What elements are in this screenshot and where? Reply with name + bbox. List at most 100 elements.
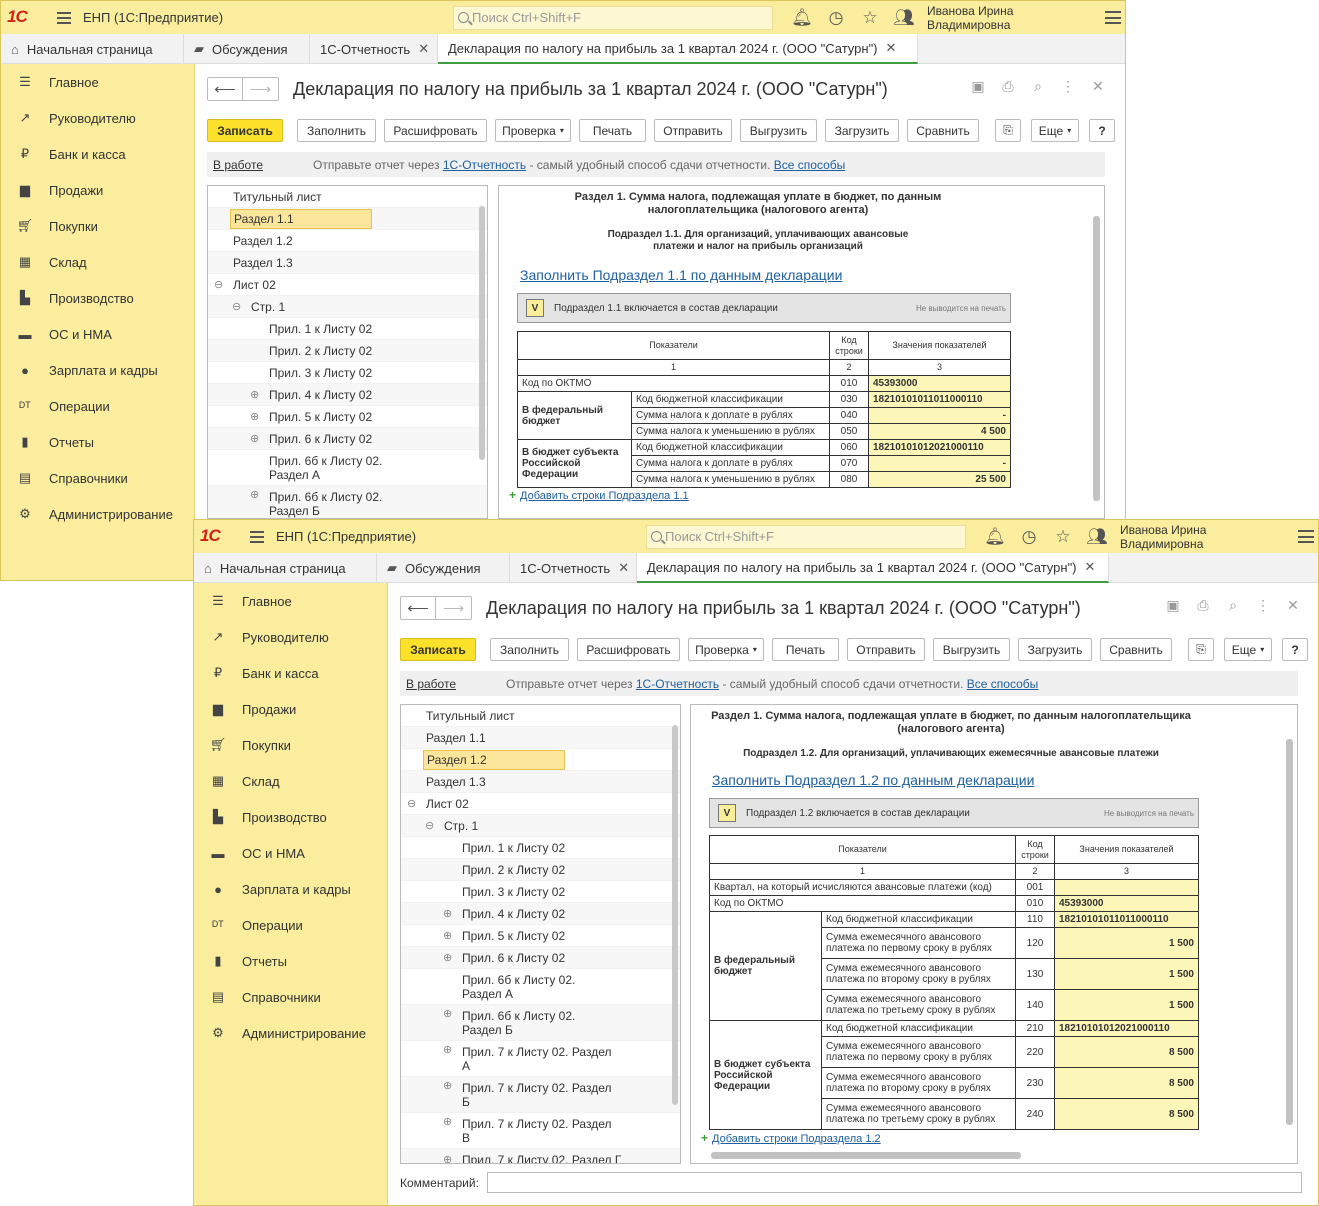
expand-icon[interactable]: ⊕ — [443, 951, 452, 964]
reporting-link[interactable]: 1С-Отчетность — [443, 158, 526, 172]
comment-input[interactable] — [486, 1172, 1302, 1193]
tab-home[interactable]: ⌂ Начальная страница — [1, 34, 184, 64]
tree-item[interactable]: Прил. 3 к Листу 02 — [208, 362, 487, 384]
send-button[interactable]: Отправить — [847, 638, 925, 661]
tree-item[interactable]: Раздел 1.3 — [208, 252, 487, 274]
expand-icon[interactable]: ⊕ — [443, 1115, 452, 1128]
import-button[interactable]: Загрузить — [825, 119, 899, 142]
tree-item[interactable]: Раздел 1.2 — [208, 230, 487, 252]
bell-icon[interactable]: 🔔︎ — [785, 8, 819, 28]
more-button[interactable]: Еще ▾ — [1031, 119, 1079, 142]
settings-menu-icon[interactable] — [1105, 11, 1121, 24]
horizontal-scrollbar[interactable] — [711, 1152, 1021, 1159]
expand-icon[interactable]: ⊕ — [250, 488, 259, 501]
collapse-icon[interactable]: ⊖ — [407, 797, 416, 810]
search-input[interactable]: Поиск Ctrl+Shift+F — [646, 524, 966, 549]
star-icon[interactable]: ☆ — [853, 8, 887, 28]
tree-item[interactable]: Прил. 1 к Листу 02 — [401, 837, 680, 859]
print-button[interactable]: Печать — [772, 638, 839, 661]
tree-item[interactable]: ⊕ Прил. 4 к Листу 02 — [401, 903, 680, 925]
expand-icon[interactable]: ⊕ — [443, 907, 452, 920]
users-icon[interactable]: 👥︎ — [1080, 527, 1114, 547]
close-icon[interactable]: ✕ — [418, 41, 429, 57]
star-icon[interactable]: ☆ — [1046, 527, 1080, 547]
include-checkbox[interactable]: V — [718, 804, 736, 822]
forward-button[interactable]: ⟶ — [436, 596, 472, 620]
tree-item[interactable]: ⊕ Прил. 6 к Листу 02 — [401, 947, 680, 969]
tree-item[interactable]: ⊕ Прил. 5 к Листу 02 — [208, 406, 487, 428]
tree-item[interactable]: Титульный лист — [208, 186, 487, 208]
tree-item[interactable]: Титульный лист — [401, 705, 680, 727]
more-button[interactable]: Еще ▾ — [1224, 638, 1272, 661]
tree-item[interactable]: ⊕ Прил. 6 к Листу 02 — [208, 428, 487, 450]
sections-tree[interactable]: Титульный лист Раздел 1.1 Раздел 1.2 Раздел… — [207, 185, 488, 519]
print-icon[interactable]: ⎙ — [993, 78, 1023, 95]
tree-item[interactable]: ⊕ Прил. 7 к Листу 02. Раздел Б — [401, 1077, 680, 1113]
tree-item[interactable]: Раздел 1.2 — [401, 749, 680, 771]
tab-discussions[interactable]: ▰ Обсуждения — [184, 34, 310, 64]
expand-icon[interactable]: ⊕ — [443, 1079, 452, 1092]
decode-button[interactable]: Расшифровать — [577, 638, 680, 661]
print-button[interactable]: Печать — [579, 119, 646, 142]
expand-icon[interactable]: ⊕ — [443, 929, 452, 942]
sections-tree[interactable]: Титульный лист Раздел 1.1 Раздел 1.2 Раздел… — [400, 704, 681, 1164]
sidebar-item[interactable]: ▆ Продажи — [1, 172, 194, 208]
sidebar-item[interactable]: ᴰᵀ Операции — [1, 388, 194, 424]
scrollbar[interactable] — [1093, 216, 1100, 501]
sidebar-item[interactable]: ▤ Справочники — [1, 460, 194, 496]
preview-icon[interactable]: ⌕ — [1023, 78, 1053, 95]
tree-item[interactable]: ⊖ Лист 02 — [401, 793, 680, 815]
tab-discussions[interactable]: ▰ Обсуждения — [377, 553, 510, 583]
users-icon[interactable]: 👥︎ — [887, 8, 921, 28]
user-name[interactable]: Иванова Ирина Владимировна — [927, 4, 1097, 32]
status-link[interactable]: В работе — [406, 677, 456, 691]
expand-icon[interactable]: ⊕ — [443, 1043, 452, 1056]
collapse-icon[interactable]: ⊖ — [214, 278, 223, 291]
save-button[interactable]: Записать — [207, 119, 283, 142]
sidebar-item[interactable]: ▦ Склад — [1, 244, 194, 280]
history-icon[interactable]: ◷ — [1012, 527, 1046, 547]
tree-item[interactable]: ⊖ Стр. 1 — [401, 815, 680, 837]
more-vert-icon[interactable]: ⋮ — [1053, 78, 1083, 95]
tree-item[interactable]: Прил. 2 к Листу 02 — [401, 859, 680, 881]
tab-declaration[interactable]: Декларация по налогу на прибыль за 1 ква… — [637, 553, 1109, 583]
compare-button[interactable]: Сравнить — [1100, 638, 1172, 661]
include-checkbox[interactable]: V — [526, 299, 544, 317]
tree-item[interactable]: ⊖ Стр. 1 — [208, 296, 487, 318]
sidebar-item[interactable]: ↗ Руководителю — [1, 100, 194, 136]
sidebar-item[interactable]: 🛒︎ Покупки — [1, 208, 194, 244]
status-link[interactable]: В работе — [213, 158, 263, 172]
close-icon[interactable]: ✕ — [1085, 559, 1096, 575]
sidebar-item[interactable]: ● Зарплата и кадры — [1, 352, 194, 388]
check-button[interactable]: Проверка ▾ — [495, 119, 571, 142]
compare-button[interactable]: Сравнить — [907, 119, 979, 142]
fill-subsection-link[interactable]: Заполнить Подраздел 1.2 по данным деклар… — [712, 772, 1034, 788]
close-icon[interactable]: ✕ — [1083, 78, 1113, 95]
settings-menu-icon[interactable] — [1298, 530, 1314, 543]
history-icon[interactable]: ◷ — [819, 8, 853, 28]
sidebar-item[interactable]: ₽ Банк и касса — [1, 136, 194, 172]
expand-icon[interactable]: ⊕ — [443, 1153, 452, 1163]
save-button[interactable]: Записать — [400, 638, 476, 661]
sidebar-item[interactable]: ▙ Производство — [1, 280, 194, 316]
main-menu-icon[interactable] — [57, 11, 71, 24]
collapse-icon[interactable]: ⊖ — [232, 300, 241, 313]
tree-item[interactable]: Прил. 3 к Листу 02 — [401, 881, 680, 903]
close-icon[interactable]: ✕ — [886, 40, 897, 56]
all-methods-link[interactable]: Все способы — [967, 677, 1039, 691]
expand-icon[interactable]: ⊕ — [250, 388, 259, 401]
expand-icon[interactable]: ⊕ — [250, 432, 259, 445]
import-button[interactable]: Загрузить — [1018, 638, 1092, 661]
sidebar-item[interactable]: ₽ Банк и касса — [194, 655, 387, 691]
sidebar-item[interactable]: ᴰᵀ Операции — [194, 907, 387, 943]
add-rows-link[interactable]: Добавить строки Подраздела 1.2 — [712, 1133, 881, 1145]
sidebar-item[interactable]: ⚙ Администрирование — [1, 496, 194, 532]
sidebar-item[interactable]: ▦ Склад — [194, 763, 387, 799]
tree-item[interactable]: Прил. 6б к Листу 02. Раздел А — [208, 450, 487, 486]
search-input[interactable]: Поиск Ctrl+Shift+F — [453, 5, 773, 30]
scrollbar[interactable] — [479, 206, 485, 460]
tree-item[interactable]: ⊕ Прил. 7 к Листу 02. Раздел В — [401, 1113, 680, 1149]
include-checkbox-row[interactable]: V Подраздел 1.2 включается в состав декл… — [709, 798, 1199, 828]
export-button[interactable]: Выгрузить — [740, 119, 817, 142]
tree-item[interactable]: Прил. 1 к Листу 02 — [208, 318, 487, 340]
